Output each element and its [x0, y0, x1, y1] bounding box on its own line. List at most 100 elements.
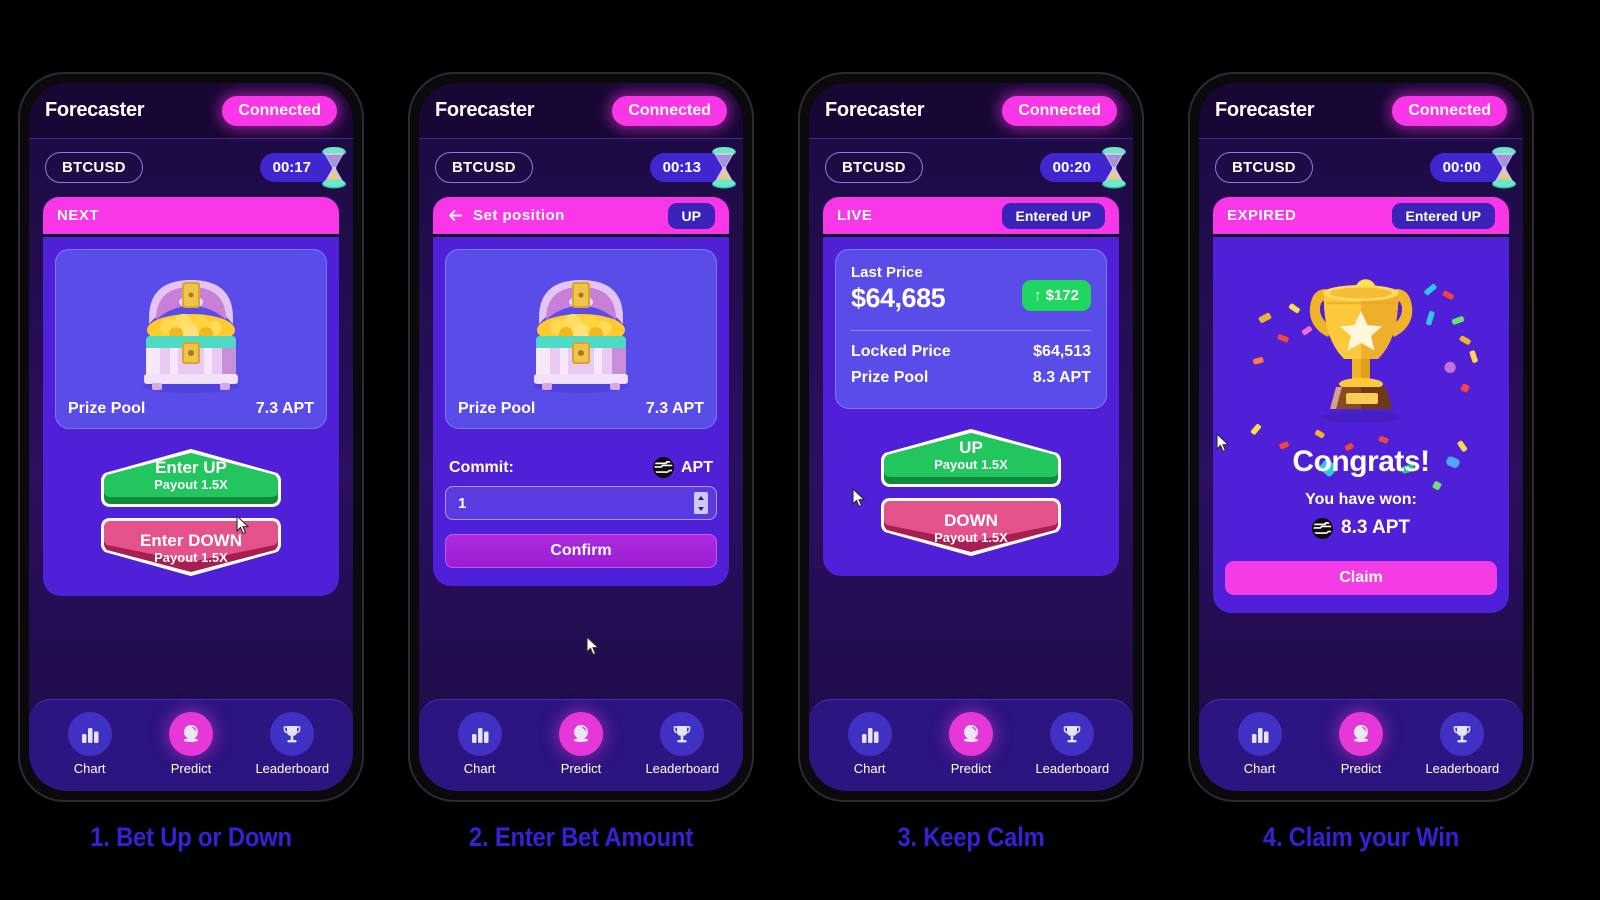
nav-label-leaderboard: Leaderboard: [1035, 760, 1110, 776]
round-card-header: Set position UP: [433, 197, 729, 237]
congrats-title: Congrats!: [1292, 445, 1430, 478]
crystal-ball-icon: [573, 724, 588, 742]
nav-item-leaderboard[interactable]: Leaderboard: [247, 711, 337, 776]
bar-chart-icon: [1251, 727, 1269, 743]
round-card: NEXT Prize Pool 7.3 APT Enter UP Payout …: [43, 197, 339, 596]
app-brand-title: Forecaster: [1215, 99, 1315, 121]
nav-item-chart[interactable]: Chart: [435, 711, 525, 776]
symbol-chip[interactable]: BTCUSD: [45, 151, 143, 183]
wallet-status-badge[interactable]: Connected: [612, 95, 727, 126]
nav-item-predict[interactable]: Predict: [536, 711, 626, 776]
nav-item-chart[interactable]: Chart: [825, 711, 915, 776]
last-price-block: Last Price $64,685 ↑ $172: [851, 264, 1091, 314]
phone-mockup-step-2: Forecaster Connected BTCUSD 00:13 Set po…: [408, 72, 754, 802]
congrats-subtitle: You have won:: [1305, 491, 1417, 508]
nav-item-predict[interactable]: Predict: [926, 711, 1016, 776]
nav-circle-chart: [1237, 711, 1282, 756]
crystal-ball-icon: [963, 724, 978, 742]
trophy-icon: [284, 725, 301, 742]
symbol-chip[interactable]: BTCUSD: [825, 151, 923, 183]
commit-form: Commit: APT 1 Confirm: [445, 457, 717, 568]
claim-button[interactable]: Claim: [1225, 561, 1497, 595]
down-title: DOWN: [944, 511, 998, 531]
trophy-icon: [1309, 285, 1413, 423]
commit-amount-stepper[interactable]: [694, 492, 708, 514]
bottom-nav-bar: Chart Predict Leaderboard: [809, 699, 1133, 791]
nav-item-predict[interactable]: Predict: [146, 711, 236, 776]
confirm-button[interactable]: Confirm: [445, 534, 717, 568]
mouse-cursor: [852, 487, 866, 508]
app-screen-step-2: Forecaster Connected BTCUSD 00:13 Set po…: [419, 83, 743, 791]
up-button[interactable]: UP Payout 1.5X: [879, 427, 1063, 489]
app-screen-step-1: Forecaster Connected BTCUSD 00:17 NEXT P…: [29, 83, 353, 791]
prize-pool-value: 8.3 APT: [1032, 369, 1091, 386]
nav-circle-leaderboard: [270, 711, 315, 756]
live-price-panel: Last Price $64,685 ↑ $172 Locked Price $…: [835, 249, 1107, 409]
wallet-status-badge[interactable]: Connected: [222, 95, 337, 126]
round-status-label: Set position: [473, 207, 565, 224]
nav-item-leaderboard[interactable]: Leaderboard: [1417, 711, 1507, 776]
step-caption-4: 4. Claim your Win: [1262, 822, 1460, 852]
commit-amount-input[interactable]: 1: [445, 486, 717, 520]
nav-circle-leaderboard: [1440, 711, 1485, 756]
price-delta-badge: ↑ $172: [1021, 280, 1091, 311]
round-status-label: LIVE: [837, 207, 873, 224]
enter-down-button[interactable]: Enter DOWN Payout 1.5X: [99, 516, 283, 578]
nav-item-predict[interactable]: Predict: [1316, 711, 1406, 776]
symbol-chip[interactable]: BTCUSD: [1215, 151, 1313, 183]
treasure-chest-icon: [143, 280, 239, 393]
round-card: EXPIRED Entered UP Congrats! You have wo…: [1213, 197, 1509, 613]
round-timer: 00:17: [259, 146, 346, 188]
nav-label-predict: Predict: [1340, 760, 1382, 776]
step-caption-1: 1. Bet Up or Down: [90, 822, 292, 852]
hourglass-icon: [712, 146, 736, 188]
symbol-timer-row: BTCUSD 00:20: [809, 139, 1133, 189]
nav-item-leaderboard[interactable]: Leaderboard: [1027, 711, 1117, 776]
symbol-timer-row: BTCUSD 00:00: [1199, 139, 1523, 189]
round-timer: 00:00: [1429, 146, 1516, 188]
round-card-body: Prize Pool 7.3 APT Enter UP Payout 1.5X …: [43, 237, 339, 596]
up-payout: Payout 1.5X: [934, 457, 1008, 473]
nav-label-chart: Chart: [853, 760, 886, 776]
last-price-label: Last Price: [851, 264, 923, 281]
wallet-status-badge[interactable]: Connected: [1002, 95, 1117, 126]
last-price-value: $64,685: [851, 283, 946, 313]
crystal-ball-icon: [183, 724, 198, 742]
nav-label-predict: Predict: [560, 760, 602, 776]
nav-item-leaderboard[interactable]: Leaderboard: [637, 711, 727, 776]
nav-circle-leaderboard: [660, 711, 705, 756]
treasure-chest-icon: [533, 280, 629, 393]
crystal-ball-icon: [1353, 724, 1368, 742]
win-celebration: Congrats! You have won: 8.3 APT Claim: [1225, 249, 1497, 595]
prize-pool-panel: Prize Pool 7.3 APT: [445, 249, 717, 429]
position-badge: Entered UP: [1001, 202, 1105, 229]
nav-item-chart[interactable]: Chart: [1215, 711, 1305, 776]
nav-label-chart: Chart: [463, 760, 496, 776]
bottom-nav-bar: Chart Predict Leaderboard: [29, 699, 353, 791]
prize-pool-value: 7.3 APT: [255, 400, 314, 417]
won-amount-row: 8.3 APT: [1312, 517, 1410, 539]
nav-circle-chart: [67, 711, 112, 756]
back-arrow-icon[interactable]: [447, 207, 464, 224]
down-button[interactable]: DOWN Payout 1.5X: [879, 496, 1063, 558]
prize-pool-label: Prize Pool: [458, 400, 536, 417]
nav-circle-predict: [168, 711, 213, 756]
mouse-cursor: [586, 635, 600, 656]
symbol-chip[interactable]: BTCUSD: [435, 151, 533, 183]
app-screen-step-4: Forecaster Connected BTCUSD 00:00 EXPIRE…: [1199, 83, 1523, 791]
nav-circle-chart: [457, 711, 502, 756]
round-card-body: Prize Pool 7.3 APT Commit: APT 1 Confirm: [433, 237, 729, 586]
app-top-bar: Forecaster Connected: [29, 83, 353, 139]
prize-pool-label: Prize Pool: [851, 369, 929, 386]
symbol-timer-row: BTCUSD 00:17: [29, 139, 353, 189]
round-timer: 00:20: [1039, 146, 1126, 188]
wallet-status-badge[interactable]: Connected: [1392, 95, 1507, 126]
enter-up-button[interactable]: Enter UP Payout 1.5X: [99, 447, 283, 509]
nav-item-chart[interactable]: Chart: [45, 711, 135, 776]
panel-divider: [851, 330, 1091, 331]
commit-amount-value: 1: [458, 494, 467, 512]
app-screen-step-3: Forecaster Connected BTCUSD 00:20 LIVE E…: [809, 83, 1133, 791]
nav-circle-leaderboard: [1050, 711, 1095, 756]
phone-mockup-step-3: Forecaster Connected BTCUSD 00:20 LIVE E…: [798, 72, 1144, 802]
locked-price-label: Locked Price: [851, 343, 951, 360]
